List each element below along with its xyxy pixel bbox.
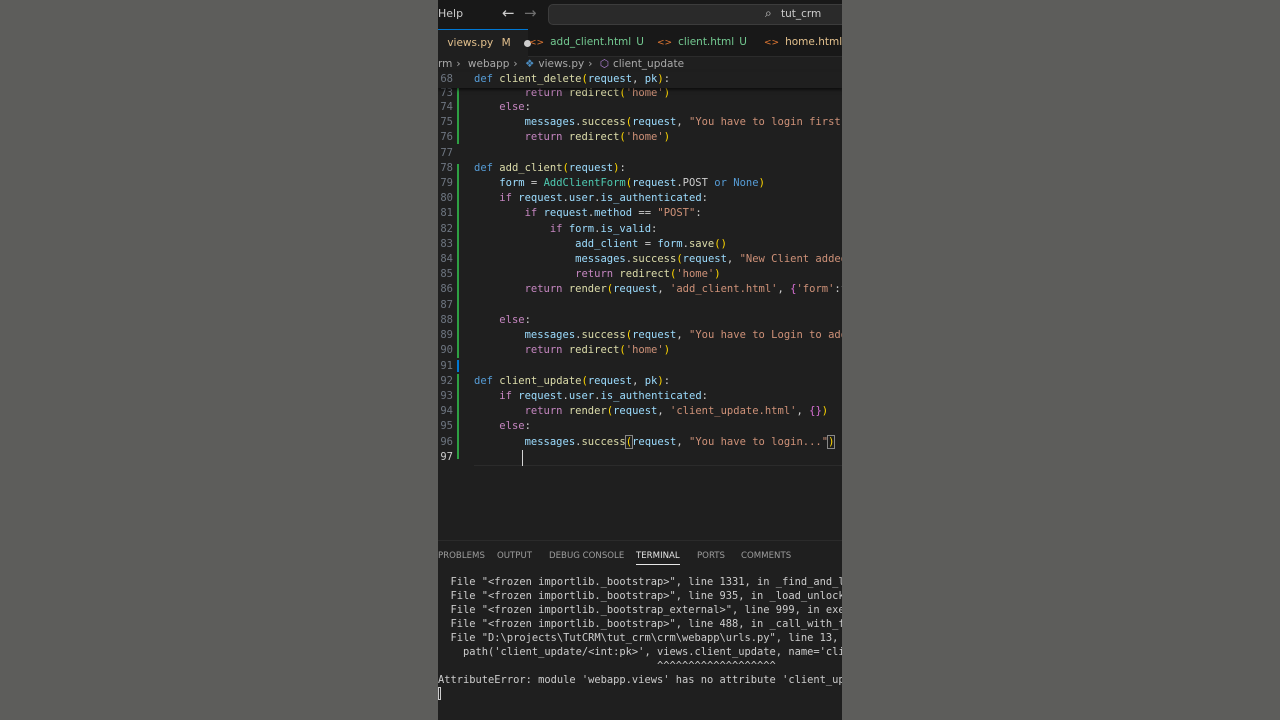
tab-problems[interactable]: PROBLEMS bbox=[438, 551, 485, 561]
code-line: 79 form = AddClientForm(request.POST or … bbox=[440, 177, 765, 189]
terminal-line: AttributeError: module 'webapp.views' ha… bbox=[438, 674, 842, 686]
code-line: 73 return redirect('home') bbox=[440, 87, 671, 99]
command-center-search[interactable]: ⌕ tut_crm bbox=[548, 4, 842, 25]
html-file-icon: <> bbox=[657, 38, 673, 48]
code-line: 75 messages.success(request, "You have t… bbox=[440, 116, 842, 128]
title-bar: Help ← → ⌕ tut_crm bbox=[438, 0, 842, 29]
editor-tabs: views.py M <> add_client.html U <> client.h… bbox=[438, 29, 842, 57]
tab-output[interactable]: OUTPUT bbox=[497, 551, 532, 561]
tab-label: views.py bbox=[447, 37, 494, 49]
code-line: 86 return render(request, 'add_client.ht… bbox=[440, 283, 842, 295]
tab-add-client-html[interactable]: <> add_client.html U bbox=[529, 29, 651, 56]
terminal-line: File "<frozen importlib._bootstrap>", li… bbox=[438, 618, 843, 630]
back-arrow-icon[interactable]: ← bbox=[502, 4, 515, 22]
text-cursor bbox=[522, 450, 523, 466]
vscode-window: Help ← → ⌕ tut_crm views.py M <> add_clie… bbox=[438, 0, 842, 720]
code-line: 78 def add_client(request): bbox=[440, 162, 626, 174]
code-line: 91 bbox=[440, 360, 453, 372]
tab-home-html[interactable]: <>home.htmlM bbox=[764, 29, 842, 56]
code-line: 96 messages.success(request, "You have t… bbox=[440, 435, 836, 449]
panel-tabs: PROBLEMS OUTPUT DEBUG CONSOLE TERMINAL P… bbox=[438, 548, 842, 568]
code-line: 68 def client_delete(request, pk): bbox=[440, 73, 671, 85]
function-symbol-icon: ⬡ bbox=[599, 58, 609, 70]
forward-arrow-icon[interactable]: → bbox=[524, 4, 537, 22]
current-line-highlight bbox=[474, 465, 842, 466]
code-line: 89 messages.success(request, "You have t… bbox=[440, 329, 842, 341]
chevron-right-icon: › bbox=[513, 58, 518, 70]
current-line-number: 97 bbox=[440, 451, 453, 463]
breadcrumb: rm › webapp › ❖ views.py › ⬡ client_update bbox=[438, 58, 688, 72]
html-file-icon: <> bbox=[764, 38, 780, 48]
terminal-line: File "<frozen importlib._bootstrap>", li… bbox=[438, 576, 843, 588]
tab-badge: M bbox=[501, 37, 511, 49]
breadcrumb-folder[interactable]: webapp bbox=[468, 58, 509, 70]
terminal-line: File "<frozen importlib._bootstrap>", li… bbox=[438, 590, 843, 602]
code-line: 85 return redirect('home') bbox=[440, 268, 721, 280]
code-line: 87 bbox=[440, 299, 453, 311]
code-line: 88 else: bbox=[440, 314, 531, 326]
breadcrumb-root[interactable]: rm bbox=[438, 58, 452, 70]
terminal-line: path('client_update/<int:pk>', views.cli… bbox=[438, 646, 842, 658]
code-line: 74 else: bbox=[440, 101, 531, 113]
code-line: 93 if request.user.is_authenticated: bbox=[440, 390, 708, 402]
tab-ports[interactable]: PORTS bbox=[697, 551, 725, 561]
code-line: 81 if request.method == "POST": bbox=[440, 207, 702, 219]
tab-badge: U bbox=[636, 36, 644, 48]
tab-comments[interactable]: COMMENTS bbox=[741, 551, 791, 561]
code-line: 97 bbox=[438, 450, 842, 465]
terminal-line: ^^^^^^^^^^^^^^^^^^^ bbox=[438, 660, 776, 672]
tab-label: home.html bbox=[785, 36, 842, 48]
tab-terminal[interactable]: TERMINAL bbox=[636, 551, 680, 565]
panel-divider[interactable] bbox=[438, 540, 842, 541]
code-line: 77 bbox=[440, 147, 453, 159]
code-line: 83 add_client = form.save() bbox=[440, 238, 727, 250]
code-line: 84 messages.success(request, "New Client… bbox=[440, 253, 842, 265]
chevron-right-icon: › bbox=[456, 58, 461, 70]
code-line: 82 if form.is_valid: bbox=[440, 223, 658, 235]
code-line: 95 else: bbox=[440, 420, 531, 432]
tab-badge: U bbox=[739, 36, 747, 48]
tab-label: add_client.html bbox=[550, 36, 632, 48]
tab-label: client.html bbox=[678, 36, 735, 48]
menu-help[interactable]: Help bbox=[438, 7, 463, 20]
workspace-name: tut_crm bbox=[781, 8, 822, 20]
tab-debug-console[interactable]: DEBUG CONSOLE bbox=[549, 551, 624, 561]
code-line: 80 if request.user.is_authenticated: bbox=[440, 192, 708, 204]
breadcrumb-file[interactable]: views.py bbox=[538, 58, 584, 70]
chevron-right-icon: › bbox=[588, 58, 593, 70]
code-line: 94 return render(request, 'client_update… bbox=[440, 405, 829, 417]
python-file-icon: ❖ bbox=[524, 58, 535, 70]
code-line: 90 return redirect('home') bbox=[440, 344, 671, 356]
tab-client-html[interactable]: <> client.html U bbox=[657, 29, 757, 56]
sticky-scroll-header[interactable]: 68 def client_delete(request, pk): bbox=[438, 72, 842, 88]
terminal-line: File "D:\projects\TutCRM\tut_crm\crm\web… bbox=[438, 632, 842, 644]
tab-views-py[interactable]: views.py M bbox=[438, 29, 531, 57]
terminal-line: File "<frozen importlib._bootstrap_exter… bbox=[438, 604, 843, 616]
code-line: 92 def client_update(request, pk): bbox=[440, 375, 671, 387]
html-file-icon: <> bbox=[529, 38, 545, 48]
terminal-cursor bbox=[438, 687, 441, 700]
breadcrumb-symbol[interactable]: client_update bbox=[613, 58, 684, 70]
code-line: 76 return redirect('home') bbox=[440, 131, 671, 143]
search-icon: ⌕ bbox=[765, 6, 772, 20]
